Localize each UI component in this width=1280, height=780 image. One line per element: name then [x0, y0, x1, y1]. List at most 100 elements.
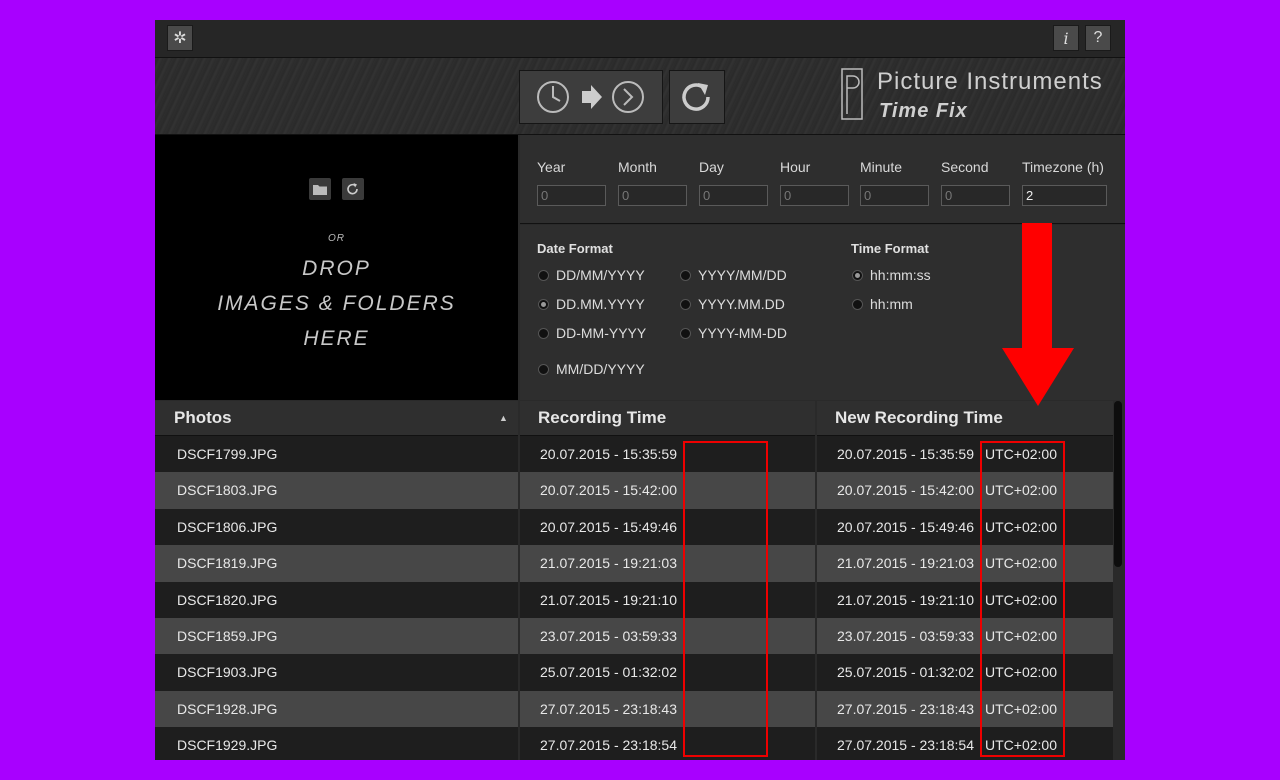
- hour-label: Hour: [780, 159, 811, 175]
- month-input[interactable]: 0: [618, 185, 687, 206]
- photo-name: DSCF1903.JPG: [177, 664, 278, 681]
- table-row[interactable]: DSCF1820.JPG 21.07.2015 - 19:21:10 21.07…: [155, 581, 1113, 618]
- table-row[interactable]: DSCF1806.JPG 20.07.2015 - 15:49:46 20.07…: [155, 508, 1113, 546]
- recording-time: 27.07.2015 - 23:18:43: [540, 700, 678, 717]
- highlight-box-timezone: [980, 441, 1065, 757]
- hour-input[interactable]: 0: [780, 185, 849, 206]
- new-recording-time: 21.07.2015 - 19:21:10: [837, 591, 975, 608]
- new-recording-time: 23.07.2015 - 03:59:33: [837, 627, 975, 644]
- refresh-icon: [682, 83, 710, 111]
- date-format-yyyy-mm-dd-dot[interactable]: YYYY.MM.DD: [680, 296, 785, 312]
- radio-icon: [538, 363, 549, 375]
- photo-name: DSCF1803.JPG: [177, 482, 278, 499]
- timezone-field: Timezone (h) 2: [1022, 159, 1107, 206]
- drop-text-line2: IMAGES & FOLDERS: [217, 292, 456, 315]
- day-input[interactable]: 0: [699, 185, 768, 206]
- new-recording-time: 21.07.2015 - 19:21:03: [837, 555, 975, 572]
- time-format-title: Time Format: [851, 241, 929, 256]
- table-row[interactable]: DSCF1859.JPG 23.07.2015 - 03:59:33 23.07…: [155, 617, 1113, 655]
- timezone-label: Timezone (h): [1022, 159, 1104, 175]
- recording-time: 20.07.2015 - 15:42:00: [540, 482, 678, 499]
- date-format-dd-mm-yyyy-dash[interactable]: DD-MM-YYYY: [538, 325, 646, 341]
- scrollbar-thumb[interactable]: [1114, 401, 1122, 567]
- sort-ascending-icon[interactable]: ▲: [499, 401, 508, 435]
- product-name: Time Fix: [879, 100, 968, 122]
- photo-name: DSCF1819.JPG: [177, 555, 278, 572]
- table-row[interactable]: DSCF1799.JPG 20.07.2015 - 15:35:59 20.07…: [155, 436, 1113, 473]
- photo-name: DSCF1820.JPG: [177, 591, 278, 608]
- table-header: Photos ▲ Recording Time New Recording Ti…: [155, 401, 1113, 436]
- minute-field: Minute 0: [860, 159, 929, 206]
- reset-button[interactable]: [669, 70, 725, 124]
- radio-icon: [852, 298, 863, 310]
- drop-zone[interactable]: OR DROP IMAGES & FOLDERS HERE: [155, 135, 518, 400]
- new-recording-time: 27.07.2015 - 23:18:43: [837, 700, 975, 717]
- radio-selected-icon: [538, 298, 549, 310]
- date-format-yyyy-mm-dd-slash[interactable]: YYYY/MM/DD: [680, 267, 787, 283]
- date-format-dd-mm-yyyy-dot[interactable]: DD.MM.YYYY: [538, 296, 645, 312]
- info-button[interactable]: i: [1053, 25, 1079, 51]
- radio-selected-icon: [852, 269, 863, 281]
- day-label: Day: [699, 159, 724, 175]
- brand-name: Picture Instruments: [877, 68, 1103, 95]
- table-row[interactable]: DSCF1903.JPG 25.07.2015 - 01:32:02 25.07…: [155, 654, 1113, 691]
- table-row[interactable]: DSCF1803.JPG 20.07.2015 - 15:42:00 20.07…: [155, 472, 1113, 509]
- year-label: Year: [537, 159, 566, 175]
- new-recording-time: 25.07.2015 - 01:32:02: [837, 664, 975, 681]
- highlight-box-recording-time: [683, 441, 768, 757]
- photo-name: DSCF1928.JPG: [177, 700, 278, 717]
- radio-icon: [538, 269, 549, 281]
- table-row[interactable]: DSCF1928.JPG 27.07.2015 - 23:18:43 27.07…: [155, 690, 1113, 728]
- minute-input[interactable]: 0: [860, 185, 929, 206]
- radio-icon: [538, 327, 549, 339]
- year-input[interactable]: 0: [537, 185, 606, 206]
- drop-text-line3: HERE: [303, 327, 370, 350]
- col-recording-time[interactable]: Recording Time: [538, 401, 666, 435]
- open-folder-button[interactable]: [309, 178, 331, 200]
- timezone-input[interactable]: 2: [1022, 185, 1107, 206]
- new-recording-time: 27.07.2015 - 23:18:54: [837, 737, 975, 754]
- col-photos[interactable]: Photos: [174, 401, 232, 435]
- second-field: Second 0: [941, 159, 1010, 206]
- day-field: Day 0: [699, 159, 768, 206]
- recording-time: 27.07.2015 - 23:18:54: [540, 737, 678, 754]
- column-divider[interactable]: [518, 401, 520, 760]
- time-format-hh-mm-ss[interactable]: hh:mm:ss: [852, 267, 931, 283]
- picture-instruments-logo: [841, 68, 863, 120]
- refresh-icon: [347, 183, 358, 195]
- column-divider[interactable]: [815, 401, 817, 760]
- photo-name: DSCF1806.JPG: [177, 518, 278, 535]
- month-label: Month: [618, 159, 657, 175]
- radio-icon: [680, 269, 691, 281]
- date-format-yyyy-mm-dd-dash[interactable]: YYYY-MM-DD: [680, 325, 787, 341]
- year-field: Year 0: [537, 159, 606, 206]
- new-recording-time: 20.07.2015 - 15:49:46: [837, 518, 975, 535]
- col-new-recording-time[interactable]: New Recording Time: [835, 401, 1003, 435]
- settings-button[interactable]: ✲: [167, 25, 193, 51]
- clear-button[interactable]: [342, 178, 364, 200]
- new-recording-time: 20.07.2015 - 15:35:59: [837, 446, 975, 462]
- help-button[interactable]: ?: [1085, 25, 1111, 51]
- title-bar: ✲ i ?: [155, 20, 1125, 58]
- recording-time: 20.07.2015 - 15:35:59: [540, 446, 678, 462]
- date-format-mm-dd-yyyy[interactable]: MM/DD/YYYY: [538, 361, 645, 377]
- hour-field: Hour 0: [780, 159, 849, 206]
- date-format-dd-mm-yyyy-slash[interactable]: DD/MM/YYYY: [538, 267, 645, 283]
- folder-icon: [313, 185, 327, 195]
- drop-text-line1: DROP: [302, 257, 371, 280]
- radio-icon: [680, 298, 691, 310]
- table-row[interactable]: DSCF1819.JPG 21.07.2015 - 19:21:03 21.07…: [155, 545, 1113, 582]
- recording-time: 20.07.2015 - 15:49:46: [540, 518, 678, 535]
- photo-table: DSCF1799.JPG 20.07.2015 - 15:35:59 20.07…: [155, 436, 1113, 760]
- table-row[interactable]: DSCF1929.JPG 27.07.2015 - 23:18:54 27.07…: [155, 727, 1113, 760]
- apply-time-fix-button[interactable]: [519, 70, 663, 124]
- second-input[interactable]: 0: [941, 185, 1010, 206]
- photo-name: DSCF1799.JPG: [177, 446, 278, 462]
- recording-time: 23.07.2015 - 03:59:33: [540, 627, 678, 644]
- recording-time: 21.07.2015 - 19:21:10: [540, 591, 678, 608]
- photo-name: DSCF1859.JPG: [177, 627, 278, 644]
- clock-arrow-clock-icon: [537, 81, 644, 113]
- down-arrow-icon: [1002, 348, 1074, 406]
- new-recording-time: 20.07.2015 - 15:42:00: [837, 482, 975, 499]
- time-format-hh-mm[interactable]: hh:mm: [852, 296, 913, 312]
